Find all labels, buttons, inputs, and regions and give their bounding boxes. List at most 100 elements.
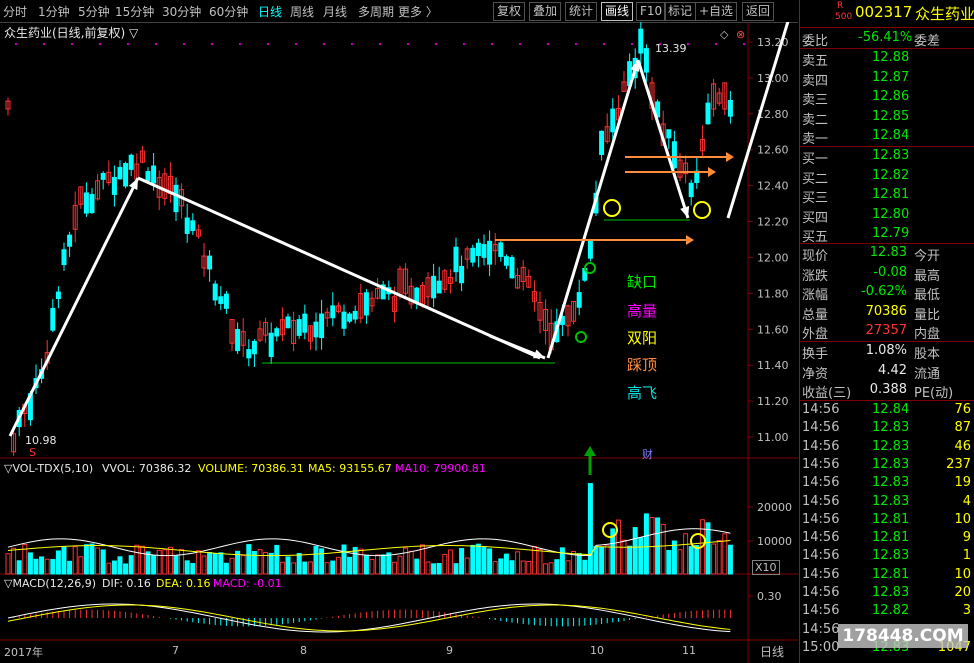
volume-bar [72,546,78,575]
marker-s: S [29,446,36,459]
volume-bar [151,554,157,575]
toolbar-button-6[interactable]: +自选 [695,2,738,21]
vol-vvol: VVOL: 70386.32 [102,462,192,475]
volume-bar [307,561,313,575]
date-axis-label: 2017年 [4,646,43,659]
volume-bar [576,553,582,575]
close-chart-icon: ⊗ [736,28,745,41]
stat2-row: 收益(三) 0.388 PE(动) [800,381,974,401]
volume-bar [722,533,728,575]
candle-body [190,220,196,231]
tick-time: 14:56 [802,585,840,600]
volume-bar [481,547,487,575]
legend-item-4: 高飞 [627,384,658,402]
candle-body [117,166,123,180]
marker-finance[interactable]: 财 [642,446,653,462]
volume-bar [218,552,224,575]
volume-bar [453,563,459,575]
toolbar-button-3[interactable]: 画线 [601,2,634,21]
buy-row: 买一 12.83 [800,147,974,167]
volume-bar [319,548,325,575]
marker-dot [575,43,577,45]
volume-bar [487,548,493,575]
toolbar-button-4[interactable]: F10 [636,2,667,21]
volume-bar [16,560,22,575]
tick-time: 14:56 [802,438,840,454]
volume-bar [201,555,207,575]
period-tab-4[interactable]: 30分钟 [162,3,201,20]
volume-bar [520,560,526,575]
buy-price: 12.79 [872,226,910,242]
volume-bar [190,563,196,575]
volume-bar [27,552,33,575]
stat-label-2: 最低 [914,288,941,303]
volume-bar [207,552,213,575]
period-tab-6[interactable]: 日线 [258,3,282,20]
period-tab-2[interactable]: 5分钟 [78,3,110,20]
volume-bar [475,543,481,575]
volume-bar [414,558,420,575]
volume-bar [61,546,67,575]
toolbar-button-2[interactable]: 统计 [565,2,598,21]
candle-body [50,307,56,331]
vol-tick-label: 10000 [757,535,792,548]
volume-bar [240,555,246,575]
tick-volume: 9 [962,530,971,546]
sell-price: 12.84 [872,128,910,144]
volume-bar [470,544,476,575]
period-tab-8[interactable]: 月线 [323,3,347,20]
vol-indicator-name[interactable]: ▽VOL-TDX(5,10) [4,462,93,475]
volume-bar [67,560,73,575]
stat2-row: 净资 4.42 流通 [800,362,974,382]
candle-body [727,99,733,117]
tick-time: 14:56 [802,511,840,527]
volume-bar [123,563,129,575]
tick-price: 12.83 [872,493,910,509]
volume-bar [431,563,437,575]
volume-bar [162,549,168,575]
toolbar-button-1[interactable]: 叠加 [529,2,562,21]
candle-body [431,275,437,299]
badge-r: R [837,1,844,11]
volume-bar [50,558,56,575]
weibi-row: 委比 -56.41% 委差 [800,29,974,49]
toolbar-button-7[interactable]: 返回 [742,2,775,21]
tick-price: 12.81 [872,530,910,546]
tick-volume: 10 [954,566,971,582]
sell-label: 卖一 [802,132,829,148]
toolbar-button-0[interactable]: 复权 [493,2,526,21]
legend-item-3: 踩顶 [627,356,658,374]
toolbar-button-5[interactable]: 标记 [664,2,697,21]
volume-bar [711,543,717,575]
marker-dot [323,43,325,45]
stat2-label-2: 股本 [914,347,941,362]
kline-chart[interactable]: 13.2013.0012.8012.6012.4012.2012.0011.80… [0,22,798,663]
volume-bar [666,549,672,575]
marker-dot [435,43,437,45]
double-sun-circle-2 [693,201,711,219]
volume-bar [139,545,145,575]
period-tab-10[interactable]: 更多 〉 [398,3,438,20]
period-tab-3[interactable]: 15分钟 [115,3,154,20]
stat2-value: 4.42 [878,362,907,378]
volume-bar [727,544,733,575]
period-tab-0[interactable]: 分时 [3,3,27,20]
tick-volume: 1 [962,548,971,564]
stat-label: 涨跌 [802,268,829,284]
volume-bar [246,544,252,575]
settings-icon: ◇ [720,28,729,41]
volume-bar [358,548,364,575]
candle-body [705,102,711,125]
candle-body [453,246,459,273]
period-tab-7[interactable]: 周线 [290,3,314,20]
volume-bar [212,553,218,575]
period-tab-1[interactable]: 1分钟 [38,3,70,20]
quote-panel: R 500 002317 众生药业 委比 -56.41% 委差 卖五 12.88 卖四… [799,0,974,663]
tick-time: 14:56 [802,493,840,509]
period-tab-5[interactable]: 60分钟 [209,3,248,20]
stat-label: 涨幅 [802,288,829,303]
volume-bar [380,554,386,575]
period-tab-9[interactable]: 多周期 [358,3,394,20]
macd-indicator-name[interactable]: ▽MACD(12,26,9) [4,577,96,590]
marker-dot [463,43,465,45]
